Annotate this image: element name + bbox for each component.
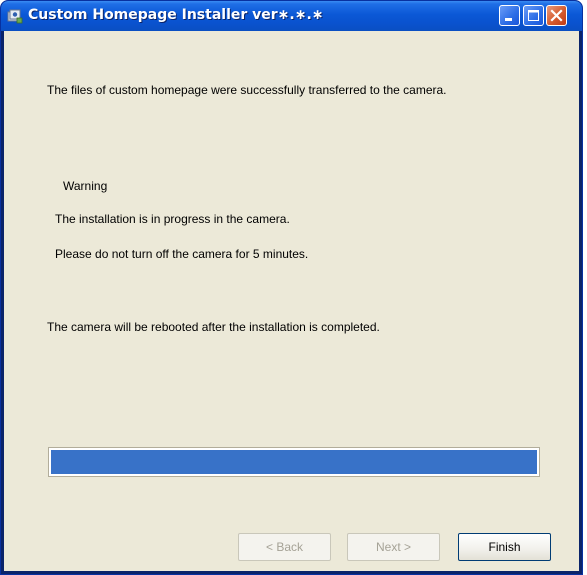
reboot-notice: The camera will be rebooted after the in… bbox=[47, 320, 380, 334]
close-button[interactable] bbox=[546, 5, 567, 26]
progress-bar-fill bbox=[51, 450, 537, 474]
progress-bar bbox=[48, 447, 540, 477]
back-button[interactable]: < Back bbox=[238, 533, 331, 561]
dialog-body: The files of custom homepage were succes… bbox=[4, 31, 579, 571]
close-icon bbox=[550, 9, 563, 22]
warning-line-2: Please do not turn off the camera for 5 … bbox=[55, 247, 309, 261]
maximize-button[interactable] bbox=[523, 5, 544, 26]
minimize-icon bbox=[505, 18, 512, 21]
maximize-icon bbox=[528, 10, 539, 21]
app-icon bbox=[7, 8, 23, 24]
window-title: Custom Homepage Installer ver∗.∗.∗ bbox=[28, 7, 324, 23]
installer-window: Custom Homepage Installer ver∗.∗.∗ The f… bbox=[0, 0, 583, 575]
minimize-button[interactable] bbox=[499, 5, 520, 26]
success-message: The files of custom homepage were succes… bbox=[47, 83, 447, 97]
next-button[interactable]: Next > bbox=[347, 533, 440, 561]
warning-heading: Warning bbox=[63, 179, 108, 193]
warning-line-1: The installation is in progress in the c… bbox=[55, 212, 290, 226]
title-bar[interactable]: Custom Homepage Installer ver∗.∗.∗ bbox=[1, 1, 582, 31]
finish-button[interactable]: Finish bbox=[458, 533, 551, 561]
